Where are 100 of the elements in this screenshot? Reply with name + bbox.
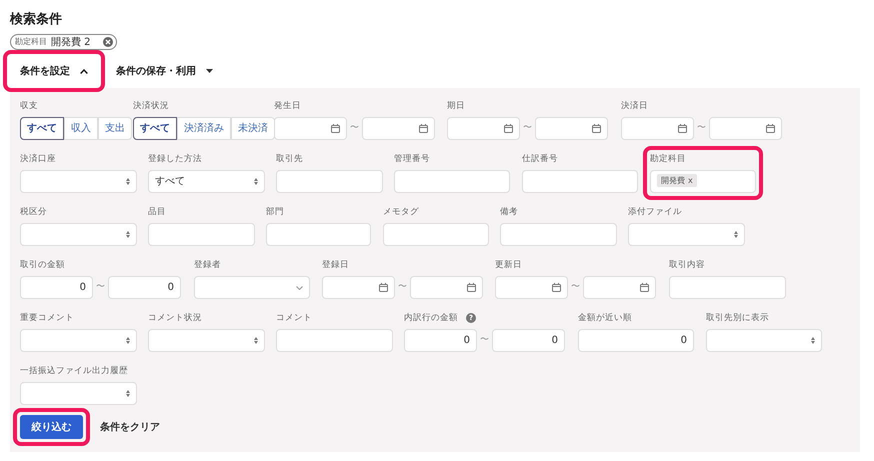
calendar-icon (419, 124, 428, 133)
select-field[interactable] (20, 382, 137, 405)
calendar-icon (552, 283, 561, 292)
sort-arrows-icon (254, 178, 258, 185)
field-label: 取引先 (276, 152, 303, 166)
calendar-icon (640, 283, 649, 292)
text-field[interactable] (276, 170, 383, 193)
field-label: 収支 (20, 100, 38, 112)
calendar-icon (504, 124, 513, 133)
calendar-icon (331, 124, 340, 133)
field-label: 発生日 (274, 100, 301, 112)
amount-field[interactable]: 0 (108, 276, 181, 299)
amount-field[interactable]: 0 (20, 276, 93, 299)
range-separator: 〜 (696, 122, 707, 135)
field-label: コメント (276, 312, 312, 324)
calendar-icon (379, 283, 388, 292)
field-label: 決済日 (621, 100, 648, 112)
date-field[interactable] (274, 117, 347, 140)
select-field[interactable] (20, 329, 137, 352)
calendar-icon (678, 124, 687, 133)
segment-button[interactable]: すべて (20, 117, 64, 140)
range-separator: 〜 (570, 280, 581, 294)
field-label: 決済状況 (133, 100, 169, 112)
select-field[interactable] (194, 276, 310, 299)
clear-button[interactable]: 条件をクリア (100, 415, 160, 439)
tag-remove[interactable]: x (688, 174, 693, 186)
text-field[interactable] (148, 223, 255, 246)
close-icon (102, 37, 113, 47)
date-field[interactable] (322, 276, 395, 299)
chip-value: 開発費 2 (51, 36, 91, 50)
sort-arrows-icon (126, 231, 130, 238)
field-label: 品目 (148, 206, 166, 218)
field-label: 取引先別に表示 (706, 312, 769, 324)
date-field[interactable] (709, 117, 782, 140)
tag-field[interactable]: 開発費 x (650, 170, 756, 193)
range-separator: 〜 (349, 122, 360, 135)
select-field[interactable]: すべて (148, 170, 265, 193)
chevron-down-icon (296, 286, 303, 290)
range-separator: 〜 (479, 334, 490, 347)
text-field[interactable] (276, 329, 393, 352)
field-label: 取引の金額 (20, 258, 65, 272)
field-label: 決済口座 (20, 152, 56, 166)
field-label: 内訳行の金額 (404, 312, 458, 324)
field-label: 添付ファイル (628, 206, 682, 218)
segment-button[interactable]: 収入 (64, 117, 98, 140)
filter-chip[interactable]: 勘定科目 開発費 2 (10, 34, 117, 50)
sort-arrows-icon (126, 390, 130, 397)
date-field[interactable] (495, 276, 568, 299)
sort-arrows-icon (254, 337, 258, 344)
field-label: コメント状況 (148, 312, 202, 324)
text-field[interactable] (669, 276, 786, 299)
field-label: 備考 (500, 206, 518, 218)
amount-field[interactable]: 0 (492, 329, 565, 352)
text-field[interactable] (383, 223, 489, 246)
dropdown-triangle-icon (206, 69, 213, 73)
text-field[interactable] (394, 170, 510, 193)
select-field[interactable] (20, 170, 137, 193)
sort-arrows-icon (126, 178, 130, 185)
tag-label: 開発費 (661, 174, 685, 186)
date-field[interactable] (621, 117, 694, 140)
date-field[interactable] (447, 117, 520, 140)
range-separator: 〜 (522, 122, 533, 135)
text-field[interactable] (266, 223, 371, 246)
date-field[interactable] (410, 276, 483, 299)
chip-label: 勘定科目 (15, 36, 47, 48)
select-field[interactable] (706, 329, 822, 352)
amount-field[interactable]: 0 (404, 329, 477, 352)
field-label: 金額が近い順 (578, 312, 632, 324)
date-field[interactable] (362, 117, 435, 140)
calendar-icon (592, 124, 601, 133)
filter-button[interactable]: 絞り込む (20, 415, 83, 439)
calendar-icon (467, 283, 476, 292)
calendar-icon (766, 124, 775, 133)
select-field[interactable] (20, 223, 137, 246)
page-title: 検索条件 (10, 12, 63, 28)
field-label: 取引内容 (669, 258, 705, 272)
field-label: メモタグ (383, 206, 419, 218)
sort-arrows-icon (126, 337, 130, 344)
field-label: 仕訳番号 (522, 152, 558, 166)
select-field[interactable] (148, 329, 265, 352)
range-separator: 〜 (397, 280, 408, 294)
date-field[interactable] (535, 117, 608, 140)
segment-button[interactable]: 支出 (98, 117, 132, 140)
field-label: 登録した方法 (148, 152, 202, 166)
amount-field[interactable]: 0 (578, 329, 694, 352)
field-label: 一括振込ファイル出力履歴 (20, 364, 128, 378)
date-field[interactable] (583, 276, 656, 299)
sort-arrows-icon (811, 337, 815, 344)
segment-button[interactable]: 未決済 (231, 117, 275, 140)
text-field[interactable] (500, 223, 617, 246)
select-field[interactable] (628, 223, 745, 246)
field-label: 登録者 (194, 258, 221, 272)
field-label: 税区分 (20, 206, 47, 218)
field-label: 管理番号 (394, 152, 430, 166)
segment-button[interactable]: すべて (133, 117, 177, 140)
field-label: 更新日 (495, 258, 522, 272)
text-field[interactable] (522, 170, 638, 193)
field-label: 登録日 (322, 258, 349, 272)
sort-arrows-icon (734, 231, 738, 238)
segment-button[interactable]: 決済済み (177, 117, 231, 140)
